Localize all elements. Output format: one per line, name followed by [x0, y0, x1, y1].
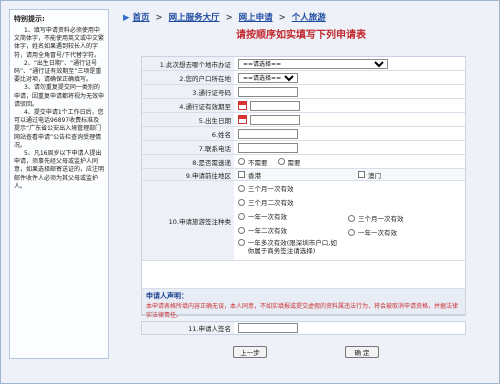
tip-1: 1、填写申请资料必须使用中文简体字，不能使用英文或中文繁体字，姓名如果遇到较长人… — [14, 27, 105, 59]
phone-label: 7.联系电话 — [142, 141, 234, 154]
breadcrumb-sep: > — [278, 13, 286, 23]
form-row-endorsement: 10.申请旅游签注种类 三个月一次有效 三个月二次有效 一年一次有效 一年二次有… — [142, 181, 465, 261]
application-form: 1.此次想去哪个地市办证 ==请选择== 2.您的户口所在地 ==请选择== 3… — [141, 56, 466, 319]
calendar-icon[interactable] — [238, 101, 247, 110]
phone-input[interactable] — [238, 142, 298, 153]
birth-label: 5.出生日期 — [142, 113, 234, 126]
breadcrumb-personal-tour[interactable]: 个人旅游 — [292, 13, 326, 23]
form-row-name: 6.姓名 — [142, 127, 465, 141]
endorsement-macau-options: 三个月一次有效 一年一次有效 — [348, 183, 414, 237]
page-root: 特别提示: 1、填写申请资料必须使用中文简体字，不能使用英文或中文繁体字，姓名如… — [0, 0, 500, 384]
page-title: 请按顺序如实填写下列申请表 — [236, 30, 366, 41]
courier-yes-label: 需要 — [287, 158, 301, 167]
sidebar-tips: 特别提示: 1、填写申请资料必须使用中文简体字，不能使用英文或中文繁体字，姓名如… — [9, 9, 109, 359]
courier-yes-radio[interactable] — [277, 158, 285, 165]
hk-1y-twice-radio[interactable] — [238, 226, 245, 234]
hk-1y-twice-label: 一年二次有效 — [248, 227, 287, 235]
form-row-hukou: 2.您的户口所在地 ==请选择== — [142, 71, 465, 85]
endorsement-label: 10.申请旅游签注种类 — [142, 181, 234, 260]
city-select[interactable]: ==请选择== — [238, 58, 388, 69]
calendar-icon[interactable] — [238, 115, 247, 124]
confirm-button[interactable]: 确 定 — [345, 346, 379, 358]
prev-button[interactable]: 上一步 — [233, 346, 267, 358]
hk-1y-once-label: 一年一次有效 — [248, 213, 287, 221]
name-input[interactable] — [238, 128, 298, 139]
mo-3m-once-radio[interactable] — [348, 214, 355, 222]
hk-1y-multi-label: 一年多次有效(限深圳市户口,如你属于商务签注请选择) — [247, 239, 337, 255]
courier-no-label: 不需要 — [248, 158, 268, 167]
breadcrumb-sep: > — [225, 13, 233, 23]
permit-no-label: 3.通行证号码 — [142, 85, 234, 98]
breadcrumb: ▶ 首页 > 网上服务大厅 > 网上申请 > 个人旅游 — [123, 11, 326, 23]
destination-label: 9.申请前往地区 — [142, 169, 234, 180]
breadcrumb-hall[interactable]: 网上服务大厅 — [169, 13, 220, 23]
permit-expiry-label: 4.通行证有效期至 — [142, 99, 234, 112]
signature-input[interactable] — [238, 323, 298, 333]
endorsement-hk-options: 三个月一次有效 三个月二次有效 一年一次有效 一年二次有效 一年多次有效(限深圳… — [238, 183, 348, 255]
form-row-phone: 7.联系电话 — [142, 141, 465, 155]
hk-checkbox[interactable] — [238, 171, 245, 178]
breadcrumb-arrow-icon: ▶ — [123, 13, 133, 23]
tip-4: 4、提交申请1个工作日后，您可以通过电话96897收费标准及提示“广东省公安出入… — [14, 109, 104, 149]
permit-expiry-input[interactable] — [250, 100, 300, 111]
breadcrumb-apply[interactable]: 网上申请 — [239, 13, 273, 23]
sidebar-title: 特别提示: — [14, 15, 45, 23]
permit-no-input[interactable] — [238, 86, 298, 97]
form-row-courier: 8.是否需速递 不需要 需要 — [142, 155, 465, 169]
form-row-city: 1.此次想去哪个地市办证 ==请选择== — [142, 57, 465, 71]
hk-label: 香港 — [248, 171, 261, 180]
name-label: 6.姓名 — [142, 127, 234, 140]
signature-label: 11.申请人签名 — [142, 322, 234, 334]
courier-label: 8.是否需速递 — [142, 155, 234, 168]
tip-2: 2、“出生日期”、“通行证号码”、“通行证有效期至”三项是重要比对项，请确保正确… — [14, 59, 102, 84]
hk-3m-once-radio[interactable] — [238, 184, 245, 192]
declaration-heading: 申请人声明： — [146, 292, 188, 300]
declaration-text: 本申请表格所填内容正确无误，本人同意，不如实填报或提交虚假的资料属违法行为，将会… — [146, 303, 459, 319]
macau-label: 澳门 — [368, 171, 381, 180]
form-row-permit-no: 3.通行证号码 — [142, 85, 465, 99]
form-row-permit-expiry: 4.通行证有效期至 — [142, 99, 465, 113]
tip-3: 3、请勿重复提交同一类别的申请，因重复申请都将视为无效申请驳回。 — [14, 84, 105, 108]
hukou-select[interactable]: ==请选择== — [238, 72, 298, 83]
mo-3m-once-label: 三个月一次有效 — [358, 215, 404, 223]
breadcrumb-home[interactable]: 首页 — [133, 13, 150, 23]
hk-3m-once-label: 三个月一次有效 — [248, 185, 294, 193]
form-row-signature: 11.申请人签名 — [141, 321, 466, 335]
spacer — [142, 261, 465, 289]
hk-3m-twice-label: 三个月二次有效 — [248, 199, 294, 207]
form-row-destination: 9.申请前往地区 香港 澳门 — [142, 169, 465, 181]
city-label: 1.此次想去哪个地市办证 — [142, 57, 234, 70]
birth-input[interactable] — [250, 114, 300, 125]
hk-3m-twice-radio[interactable] — [238, 198, 245, 206]
hukou-label: 2.您的户口所在地 — [142, 71, 234, 84]
breadcrumb-sep: > — [155, 13, 163, 23]
hk-1y-multi-radio[interactable] — [238, 239, 245, 246]
courier-no-radio[interactable] — [238, 158, 245, 165]
mo-1y-once-radio[interactable] — [348, 228, 355, 236]
declaration: 申请人声明： 本申请表格所填内容正确无误，本人同意，不如实填报或提交虚假的资料属… — [142, 289, 465, 319]
macau-checkbox[interactable] — [358, 171, 365, 178]
tip-5: 5、凡16周岁以下申请人提出申请，须事先经父母或监护人同意，如果选择邮寄送证的，… — [14, 150, 105, 190]
mo-1y-once-label: 一年一次有效 — [358, 229, 397, 237]
hk-1y-once-radio[interactable] — [238, 212, 245, 220]
form-row-birth: 5.出生日期 — [142, 113, 465, 127]
